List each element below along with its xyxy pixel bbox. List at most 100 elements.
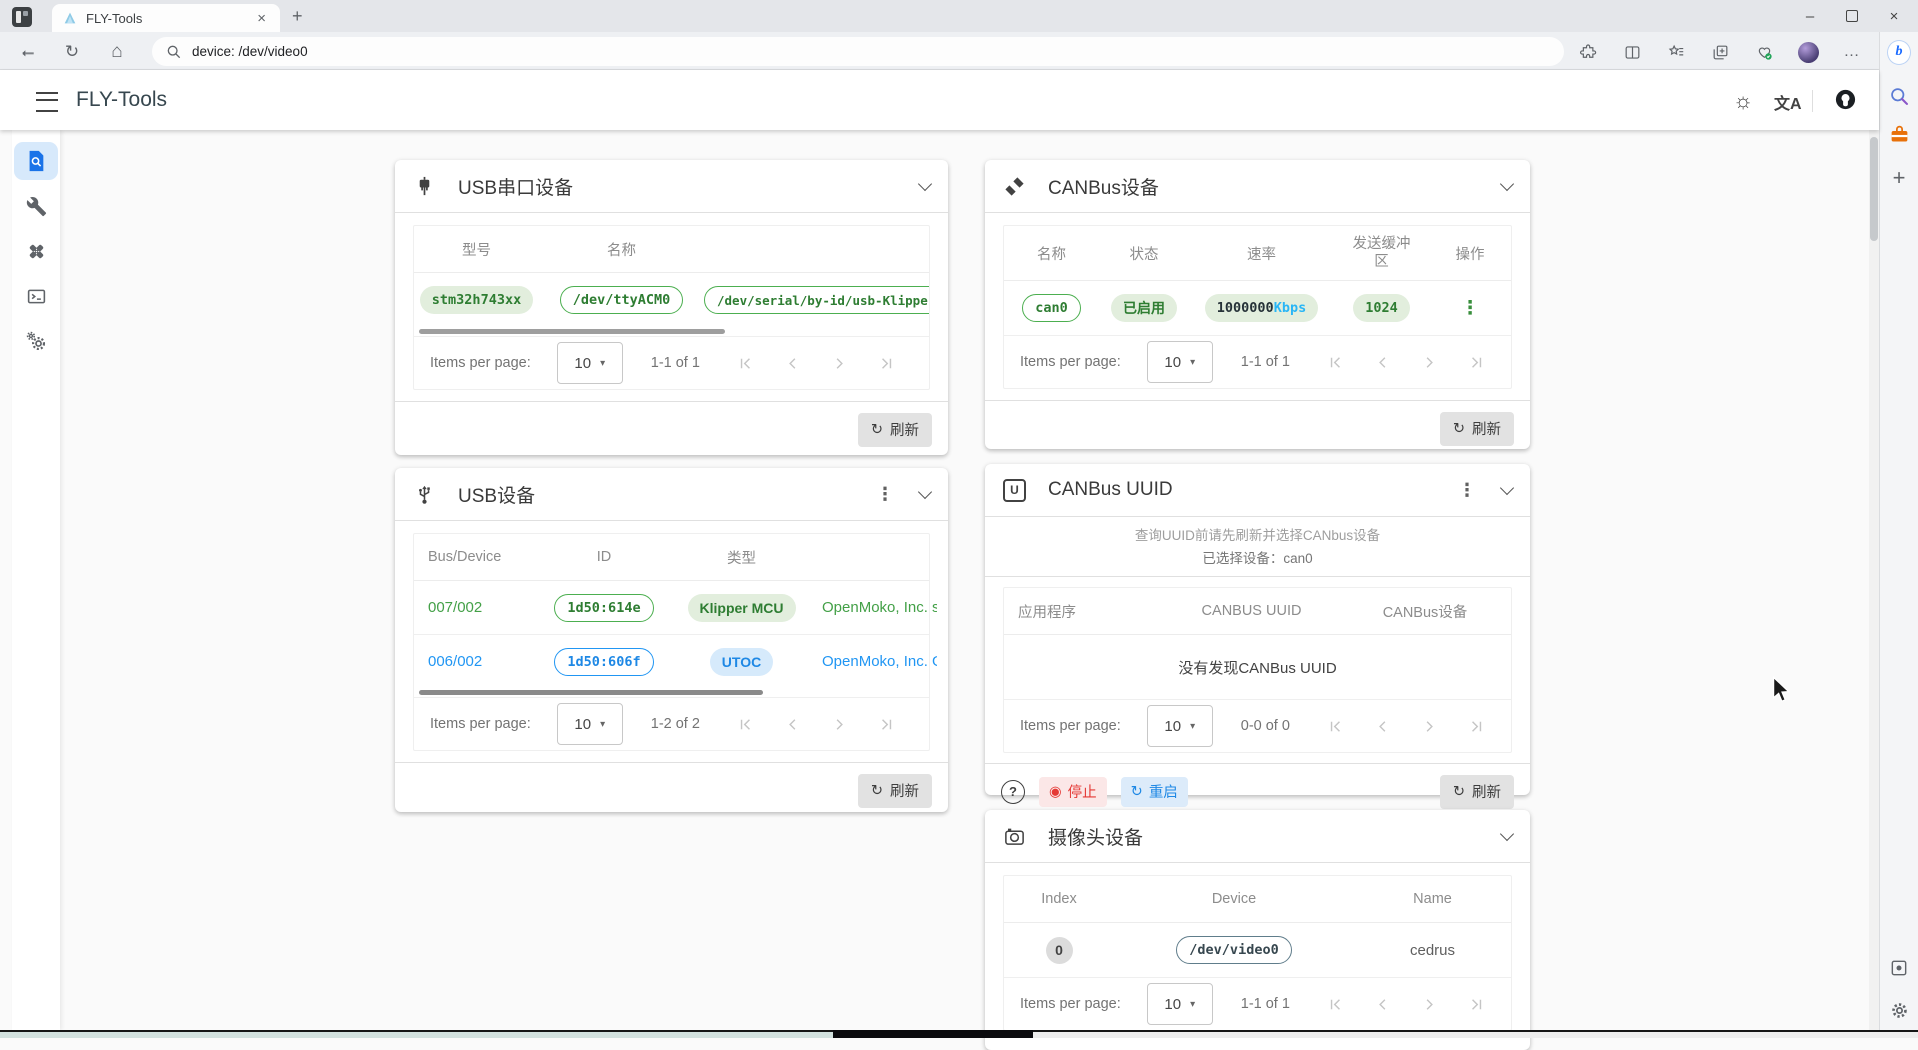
last-page-icon[interactable] — [1467, 717, 1486, 736]
new-tab-button[interactable]: + — [292, 6, 303, 27]
bus-device: 006/002 — [414, 653, 482, 670]
ellipsis-icon: … — [1844, 43, 1861, 61]
camera-index-badge: 0 — [1046, 937, 1073, 964]
first-page-icon[interactable] — [1326, 353, 1345, 372]
sidebar-item-terminal[interactable] — [14, 277, 58, 315]
refresh-icon: ↻ — [1453, 421, 1465, 437]
table-row[interactable]: stm32h743xx /dev/ttyACM0 /dev/serial/by-… — [414, 273, 929, 327]
page-size-select[interactable]: 10▾ — [1147, 983, 1213, 1025]
home-icon[interactable]: ⌂ — [103, 38, 131, 66]
table-row[interactable]: 007/002 1d50:614e Klipper MCU OpenMoko, … — [414, 581, 929, 634]
sidebar-item-settings[interactable] — [14, 322, 58, 360]
dropdown-icon: ▾ — [600, 719, 605, 730]
stop-button[interactable]: ◉停止 — [1039, 777, 1107, 807]
header-divider — [1812, 90, 1813, 112]
browser-essentials-icon[interactable] — [1752, 40, 1776, 64]
page-size-select[interactable]: 10▾ — [1147, 341, 1213, 383]
bottom-strip-right — [1033, 1032, 1918, 1038]
page-size-select[interactable]: 10▾ — [1147, 705, 1213, 747]
restart-button[interactable]: ↻重启 — [1121, 777, 1188, 807]
page-scrollbar-thumb[interactable] — [1870, 137, 1878, 241]
sidebar-search-icon[interactable] — [1887, 84, 1911, 108]
sidebar-item-device-scan[interactable] — [14, 142, 58, 180]
prev-page-icon[interactable] — [1373, 353, 1392, 372]
chevron-down-icon[interactable] — [1500, 481, 1514, 495]
page-size-select[interactable]: 10▾ — [557, 703, 623, 745]
split-screen-icon[interactable] — [1620, 40, 1644, 64]
camera-icon — [1003, 825, 1026, 848]
back-icon[interactable]: ← — [14, 38, 42, 66]
first-page-icon[interactable] — [1326, 717, 1345, 736]
next-page-icon[interactable] — [830, 354, 849, 373]
favorites-icon[interactable] — [1664, 40, 1688, 64]
translate-icon[interactable]: 文A — [1774, 90, 1802, 114]
gears-icon — [25, 330, 47, 352]
first-page-icon[interactable] — [736, 715, 755, 734]
refresh-button[interactable]: ↻刷新 — [1440, 775, 1514, 809]
menu-icon[interactable] — [36, 92, 58, 112]
page-scrollbar[interactable] — [1869, 130, 1879, 1030]
refresh-button[interactable]: ↻刷新 — [1440, 412, 1514, 446]
page-size-select[interactable]: 10▾ — [557, 342, 623, 384]
last-page-icon[interactable] — [1467, 995, 1486, 1014]
sidebar-add-icon[interactable]: + — [1887, 166, 1911, 190]
chevron-down-icon[interactable] — [918, 485, 932, 499]
browser-menu-icon[interactable]: … — [1840, 40, 1864, 64]
chevron-down-icon[interactable] — [1500, 177, 1514, 191]
window-maximize-button[interactable] — [1830, 0, 1874, 32]
first-page-icon[interactable] — [736, 354, 755, 373]
sidebar-item-tools[interactable] — [14, 187, 58, 225]
next-page-icon[interactable] — [1420, 995, 1439, 1014]
card-menu-kebab-icon[interactable]: ⋮ — [1458, 480, 1476, 501]
last-page-icon[interactable] — [877, 354, 896, 373]
table-row[interactable]: 0 /dev/video0 cedrus — [1004, 923, 1511, 977]
address-bar[interactable]: device: /dev/video0 — [152, 37, 1564, 66]
last-page-icon[interactable] — [1467, 353, 1486, 372]
table-row[interactable]: 006/002 1d50:606f UTOC OpenMoko, Inc. G — [414, 634, 929, 688]
healing-icon — [26, 241, 47, 262]
refresh-button[interactable]: ↻刷新 — [858, 413, 932, 447]
sidebar-settings-icon[interactable] — [1887, 998, 1911, 1022]
horizontal-scrollbar[interactable] — [419, 690, 763, 695]
sidebar-item-firmware[interactable] — [14, 232, 58, 270]
next-page-icon[interactable] — [830, 715, 849, 734]
dropdown-icon: ▾ — [600, 358, 605, 369]
refresh-button[interactable]: ↻刷新 — [858, 774, 932, 808]
card-menu-kebab-icon[interactable]: ⋮ — [876, 484, 894, 505]
copilot-icon[interactable]: b — [1887, 40, 1911, 64]
tab-actions-icon[interactable] — [12, 7, 32, 27]
card-usb-header: USB设备 ⋮ — [395, 468, 948, 521]
card-usb-serial: USB串口设备 型号 名称 stm32h743xx /dev/ttyACM0 /… — [395, 160, 948, 455]
refresh-page-icon[interactable]: ↻ — [58, 38, 86, 66]
first-page-icon[interactable] — [1326, 995, 1345, 1014]
refresh-icon: ↻ — [871, 422, 883, 438]
prev-page-icon[interactable] — [783, 715, 802, 734]
card-title: CANBus设备 — [1048, 173, 1159, 200]
help-icon[interactable]: ? — [1001, 780, 1025, 804]
profile-avatar[interactable] — [1796, 40, 1820, 64]
window-close-button[interactable]: × — [1872, 0, 1916, 32]
next-page-icon[interactable] — [1420, 717, 1439, 736]
sidebar-screenshot-icon[interactable] — [1887, 956, 1911, 980]
extensions-icon[interactable] — [1576, 40, 1600, 64]
chevron-down-icon[interactable] — [918, 177, 932, 191]
horizontal-scrollbar[interactable] — [419, 329, 725, 334]
prev-page-icon[interactable] — [1373, 995, 1392, 1014]
next-page-icon[interactable] — [1420, 353, 1439, 372]
prev-page-icon[interactable] — [1373, 717, 1392, 736]
tab-close-icon[interactable]: × — [253, 9, 270, 28]
theme-toggle-icon[interactable]: ☼ — [1733, 88, 1753, 114]
window-minimize-button[interactable]: – — [1788, 0, 1832, 32]
table-row[interactable]: can0 已启用 1000000Kbps 1024 ⋮ — [1004, 281, 1511, 335]
github-icon[interactable] — [1834, 88, 1857, 111]
row-actions-kebab-icon[interactable]: ⋮ — [1461, 297, 1480, 320]
collections-icon[interactable] — [1708, 40, 1732, 64]
chevron-down-icon[interactable] — [1500, 827, 1514, 841]
prev-page-icon[interactable] — [783, 354, 802, 373]
dropdown-icon: ▾ — [1190, 721, 1195, 732]
browser-tab[interactable]: FLY-Tools × — [52, 4, 280, 32]
app-header: FLY-Tools ☼ 文A — [0, 70, 1879, 130]
last-page-icon[interactable] — [877, 715, 896, 734]
col-rate: 速率 — [1247, 243, 1276, 264]
sidebar-office-icon[interactable] — [1887, 122, 1911, 146]
